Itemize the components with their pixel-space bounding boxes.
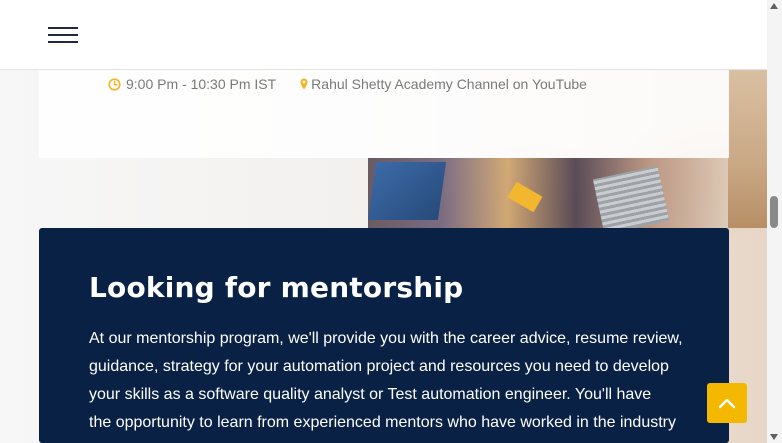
event-location: Rahul Shetty Academy Channel on YouTube [300, 76, 587, 92]
event-time: 9:00 Pm - 10:30 Pm IST [126, 76, 277, 92]
site-header [0, 0, 767, 70]
page-scrollbar[interactable] [767, 0, 782, 443]
mentorship-line: At our mentorship program, we'll provide… [89, 330, 683, 347]
chevron-up-icon [718, 398, 736, 409]
mentorship-description: At our mentorship program, we'll provide… [89, 325, 689, 437]
scroll-down-arrow-icon[interactable] [770, 434, 778, 440]
mentorship-line: guidance, strategy for your automation p… [89, 358, 669, 375]
mentorship-title: Looking for mentorship [89, 271, 464, 304]
hamburger-menu-icon[interactable] [48, 26, 78, 44]
clock-icon [108, 77, 121, 91]
photo-jacket [728, 70, 767, 228]
map-marker-icon [300, 78, 308, 90]
mentorship-line: the opportunity to learn from experience… [89, 414, 676, 431]
scrollbar-thumb[interactable] [770, 196, 778, 228]
scroll-up-arrow-icon[interactable] [770, 3, 778, 9]
event-location-text: Rahul Shetty Academy Channel on YouTube [311, 76, 587, 92]
scroll-to-top-button[interactable] [707, 383, 747, 423]
mentorship-line: your skills as a software quality analys… [89, 386, 652, 403]
event-meta: 9:00 Pm - 10:30 Pm IST Rahul Shetty Acad… [108, 76, 587, 92]
photo-book [367, 162, 447, 220]
mentorship-section: Looking for mentorship At our mentorship… [39, 228, 729, 443]
